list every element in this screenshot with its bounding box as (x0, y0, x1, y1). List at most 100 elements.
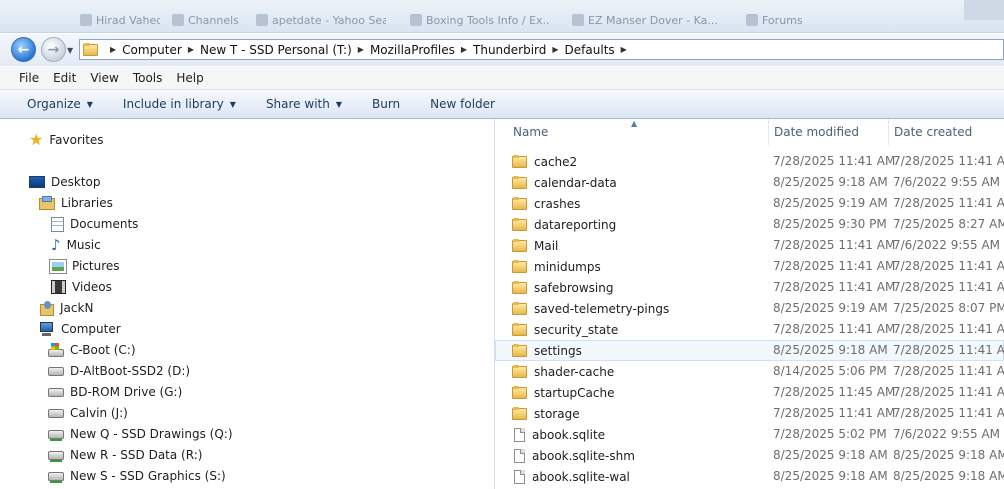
tree-item-computer[interactable]: Computer (38, 319, 121, 339)
tree-item-documents[interactable]: Documents (51, 214, 138, 234)
command-bar: Organize ▼ Include in library ▼ Share with… (0, 90, 1004, 119)
breadcrumb-item[interactable]: Thunderbird (473, 43, 546, 57)
date-created-cell: 7/6/2022 9:55 AM (893, 175, 1001, 189)
chevron-right-icon[interactable]: ▶ (461, 45, 467, 54)
burn-button[interactable]: Burn (372, 97, 400, 111)
breadcrumb-item[interactable]: Computer (122, 43, 182, 57)
tree-item-drive[interactable]: New R - SSD Data (R:) (48, 445, 202, 465)
table-row[interactable]: abook.sqlite 7/28/2025 5:02 PM 7/6/2022 9:… (495, 424, 1004, 445)
system-drive-icon (48, 343, 64, 357)
date-created-cell: 7/28/2025 11:41 AM (893, 280, 1004, 294)
chevron-right-icon[interactable]: ▶ (358, 45, 364, 54)
file-icon (514, 448, 525, 463)
organize-button[interactable]: Organize ▼ (27, 97, 93, 111)
window-controls[interactable] (964, 0, 1004, 20)
menu-file[interactable]: File (0, 71, 46, 85)
date-created-cell: 7/28/2025 11:41 AM (893, 322, 1004, 336)
table-row[interactable]: calendar-data 8/25/2025 9:18 AM 7/6/2022 9… (495, 172, 1004, 193)
chevron-right-icon[interactable]: ▶ (552, 45, 558, 54)
menu-bar: File Edit View Tools Help (0, 67, 1004, 90)
tree-item-desktop[interactable]: Desktop (29, 172, 101, 192)
date-modified-cell: 8/25/2025 9:18 AM (773, 448, 888, 462)
chevron-right-icon[interactable]: ▶ (110, 45, 116, 54)
file-name: abook.sqlite-wal (532, 469, 630, 484)
tree-item-pictures[interactable]: Pictures (49, 256, 120, 276)
folder-icon (512, 344, 527, 357)
folder-icon (512, 218, 527, 231)
file-name-cell: security_state (512, 319, 618, 340)
date-modified-cell: 7/28/2025 5:02 PM (773, 427, 887, 441)
file-name-cell: abook.sqlite-wal (512, 466, 630, 487)
table-row[interactable]: saved-telemetry-pings 8/25/2025 9:19 AM 7/… (495, 298, 1004, 319)
file-name: minidumps (534, 259, 601, 274)
date-modified-cell: 7/28/2025 11:41 AM (773, 406, 896, 420)
menu-tools[interactable]: Tools (126, 71, 170, 85)
table-row[interactable]: startupCache 7/28/2025 11:45 AM 7/28/2025 … (495, 382, 1004, 403)
star-icon: ★ (29, 130, 44, 149)
tree-item-favorites[interactable]: ★ Favorites (29, 130, 104, 150)
tree-item-music[interactable]: ♪ Music (51, 235, 101, 255)
menu-edit[interactable]: Edit (46, 71, 83, 85)
share-with-button[interactable]: Share with ▼ (266, 97, 342, 111)
tree-item-label: Libraries (61, 196, 113, 210)
table-row[interactable]: abook.sqlite-shm 8/25/2025 9:18 AM 8/25/20… (495, 445, 1004, 466)
table-row[interactable]: shader-cache 8/14/2025 5:06 PM 7/28/2025 1… (495, 361, 1004, 382)
tree-item-libraries[interactable]: Libraries (39, 193, 113, 213)
tree-item-drive[interactable]: BD-ROM Drive (G:) (48, 382, 182, 402)
file-name: abook.sqlite (532, 427, 606, 442)
folder-icon (512, 239, 527, 252)
file-name: calendar-data (534, 175, 617, 190)
file-name: storage (534, 406, 580, 421)
tree-item-drive[interactable]: C-Boot (C:) (48, 340, 136, 360)
table-row[interactable]: cache2 7/28/2025 11:41 AM 7/28/2025 11:41 … (495, 151, 1004, 172)
table-row[interactable]: abook.sqlite-wal 8/25/2025 9:18 AM 8/25/20… (495, 466, 1004, 487)
back-button[interactable]: ← (11, 37, 36, 62)
network-drive-icon (48, 428, 64, 441)
breadcrumb-item[interactable]: MozillaProfiles (370, 43, 455, 57)
table-row[interactable]: security_state 7/28/2025 11:41 AM 7/28/202… (495, 319, 1004, 340)
tree-item-drive[interactable]: New S - SSD Graphics (S:) (48, 466, 226, 486)
breadcrumb-item[interactable]: New T - SSD Personal (T:) (200, 43, 352, 57)
file-list[interactable]: Name ▲ Date modified Date created cache2… (495, 119, 1004, 489)
tree-item-label: New S - SSD Graphics (S:) (70, 469, 226, 483)
chevron-right-icon[interactable]: ▶ (188, 45, 194, 54)
table-row[interactable]: safebrowsing 7/28/2025 11:41 AM 7/28/2025 … (495, 277, 1004, 298)
file-name-cell: datareporting (512, 214, 616, 235)
column-header-date-created[interactable]: Date created (889, 119, 1004, 145)
file-name-cell: abook.sqlite (512, 424, 605, 445)
file-name: abook.sqlite-shm (532, 448, 635, 463)
folder-icon (512, 281, 527, 294)
libraries-icon (39, 196, 55, 210)
table-row[interactable]: crashes 8/25/2025 9:19 AM 7/28/2025 11:41 … (495, 193, 1004, 214)
background-window-strip: Hirad Vahed Channels apetdate - Yahoo Se… (0, 0, 1004, 33)
column-header-date-modified[interactable]: Date modified (769, 119, 889, 145)
navigation-pane[interactable]: ★ Favorites Desktop Libraries Documents ♪… (0, 119, 495, 489)
tree-item-drive[interactable]: New Q - SSD Drawings (Q:) (48, 424, 233, 444)
forward-button[interactable]: → (41, 37, 66, 62)
tree-item-user[interactable]: JackN (40, 298, 93, 318)
address-bar[interactable]: ▶ Computer ▶ New T - SSD Personal (T:) ▶… (79, 39, 1004, 60)
date-created-cell: 7/28/2025 11:41 AM (893, 259, 1004, 273)
table-row[interactable]: datareporting 8/25/2025 9:30 PM 7/25/2025 … (495, 214, 1004, 235)
breadcrumb-item[interactable]: Defaults (565, 43, 615, 57)
table-row[interactable]: settings 8/25/2025 9:18 AM 7/28/2025 11:41… (495, 340, 1004, 361)
drive-icon (48, 408, 64, 418)
tree-item-videos[interactable]: Videos (51, 277, 112, 297)
new-folder-button[interactable]: New folder (430, 97, 495, 111)
include-in-library-button[interactable]: Include in library ▼ (123, 97, 236, 111)
background-tab: Hirad Vahed (80, 14, 160, 30)
tree-item-drive[interactable]: D-AltBoot-SSD2 (D:) (48, 361, 190, 381)
recent-pages-chevron-down-icon[interactable]: ▼ (67, 46, 73, 55)
chevron-right-icon[interactable]: ▶ (621, 45, 627, 54)
date-created-cell: 7/25/2025 8:27 AM (893, 217, 1004, 231)
table-row[interactable]: storage 7/28/2025 11:41 AM 7/28/2025 11:41… (495, 403, 1004, 424)
table-row[interactable]: Mail 7/28/2025 11:41 AM 7/6/2022 9:55 AM (495, 235, 1004, 256)
table-row[interactable]: minidumps 7/28/2025 11:41 AM 7/28/2025 11:… (495, 256, 1004, 277)
menu-view[interactable]: View (83, 71, 125, 85)
film-icon (51, 280, 66, 294)
background-tab: Boxing Tools Info / Ex... (410, 14, 550, 30)
tree-item-drive[interactable]: Calvin (J:) (48, 403, 128, 423)
chevron-down-icon: ▼ (229, 99, 236, 109)
menu-help[interactable]: Help (169, 71, 210, 85)
date-modified-cell: 7/28/2025 11:41 AM (773, 154, 896, 168)
